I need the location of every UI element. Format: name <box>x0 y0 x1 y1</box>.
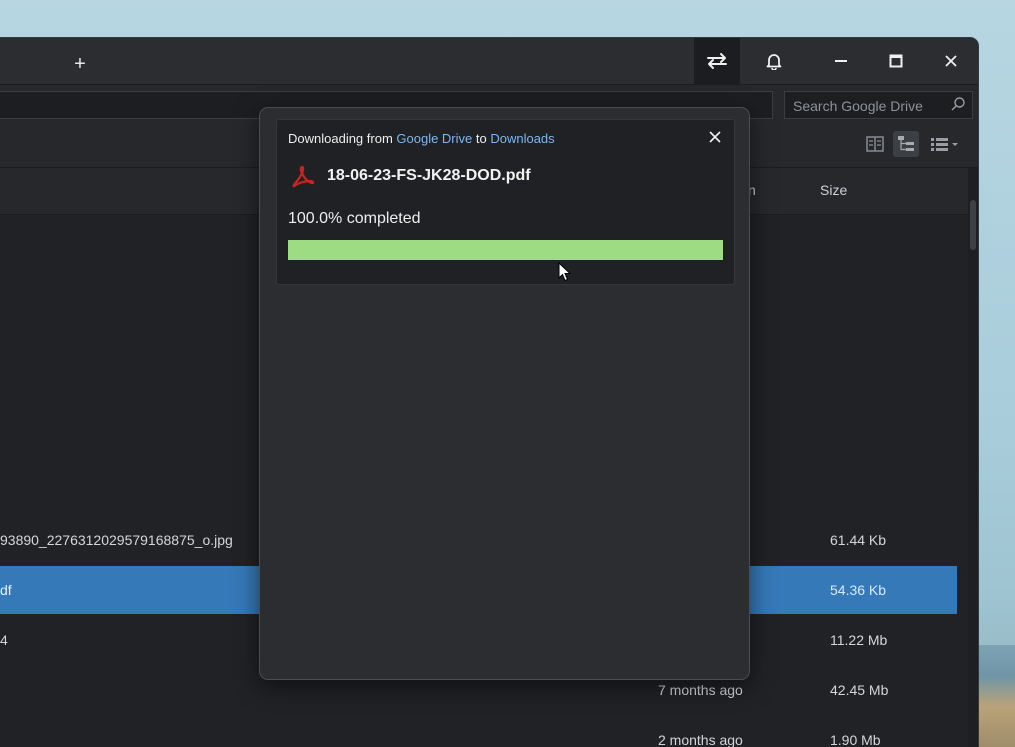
list-view-icon <box>931 138 958 151</box>
notifications-button[interactable] <box>751 38 797 84</box>
dual-pane-view-button[interactable] <box>862 131 888 157</box>
table-row[interactable]: 2 months ago 1.90 Mb <box>0 716 957 747</box>
file-size: 61.44 Kb <box>830 532 887 548</box>
download-prefix-text: Downloading from <box>288 131 397 146</box>
maximize-icon <box>889 54 903 68</box>
dual-pane-icon <box>866 136 884 152</box>
progress-bar-fill <box>288 240 723 260</box>
download-file-row: 18-06-23-FS-JK28-DOD.pdf <box>291 163 531 189</box>
downloads-panel: Downloading from Google Drive to Downloa… <box>259 107 750 680</box>
sync-arrows-icon <box>707 53 727 69</box>
tree-view-button[interactable] <box>893 131 919 157</box>
dismiss-download-button[interactable] <box>704 126 726 148</box>
file-name: 93890_2276312029579168875_o.jpg <box>0 532 233 548</box>
close-icon <box>709 131 721 143</box>
minimize-button[interactable] <box>818 38 864 84</box>
column-size[interactable]: Size <box>820 182 847 198</box>
bell-icon <box>766 54 782 70</box>
file-size: 42.45 Mb <box>830 682 889 698</box>
progress-text: 100.0% completed <box>288 210 421 227</box>
search-input[interactable] <box>791 96 955 116</box>
download-card: Downloading from Google Drive to Downloa… <box>276 119 735 285</box>
scroll-thumb[interactable] <box>970 200 976 250</box>
maximize-button[interactable] <box>873 38 919 84</box>
file-size: 1.90 Mb <box>830 732 881 747</box>
close-window-button[interactable] <box>928 38 974 84</box>
list-view-dropdown[interactable] <box>926 131 964 157</box>
file-name: df <box>0 582 12 598</box>
title-bar: + <box>0 38 978 84</box>
file-modified: 2 months ago <box>658 732 743 747</box>
sync-button[interactable] <box>694 38 740 84</box>
file-size: 54.36 Kb <box>830 582 887 598</box>
download-file-name: 18-06-23-FS-JK28-DOD.pdf <box>327 167 531 184</box>
search-icon[interactable] <box>950 96 966 112</box>
wallpaper-water <box>975 645 1015 747</box>
search-box[interactable] <box>784 91 973 119</box>
download-source-line: Downloading from Google Drive to Downloa… <box>288 131 555 146</box>
file-size: 11.22 Mb <box>830 632 888 648</box>
destination-link[interactable]: Downloads <box>490 131 554 146</box>
progress-bar <box>288 240 723 260</box>
mouse-cursor-icon <box>558 262 572 282</box>
minimize-icon <box>835 60 847 62</box>
close-icon <box>945 55 957 67</box>
new-tab-button[interactable]: + <box>68 52 92 76</box>
tree-view-icon <box>898 136 914 151</box>
vertical-scrollbar[interactable] <box>968 168 978 747</box>
pdf-icon <box>292 165 315 188</box>
download-middle-text: to <box>472 131 491 146</box>
file-name: 4 <box>0 632 8 648</box>
file-modified: 7 months ago <box>658 682 743 698</box>
source-link[interactable]: Google Drive <box>396 131 472 146</box>
